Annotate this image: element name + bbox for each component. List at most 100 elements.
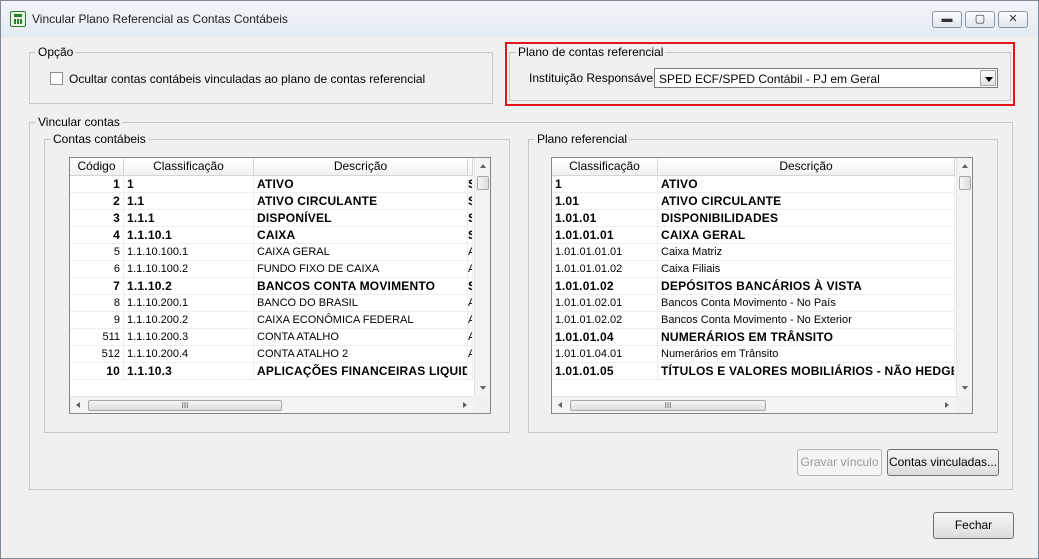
table-row[interactable]: 61.1.10.100.2FUNDO FIXO DE CAIXAA bbox=[70, 261, 473, 278]
contas-grid[interactable]: Código Classificação Descrição 11ATIVOS2… bbox=[69, 157, 491, 414]
cell-classificacao: 1 bbox=[552, 176, 658, 192]
table-row[interactable]: 21.1ATIVO CIRCULANTES bbox=[70, 193, 473, 210]
cell-descricao: CONTA ATALHO bbox=[254, 329, 468, 345]
cell-descricao: Caixa Filiais bbox=[658, 261, 955, 277]
table-row[interactable]: 1.01.01.05 TÍTULOS E VALORES MOBILIÁRIOS … bbox=[552, 363, 955, 380]
scroll-thumb[interactable]: III bbox=[88, 400, 282, 411]
table-row[interactable]: 1 ATIVO bbox=[552, 176, 955, 193]
contas-vinculadas-button[interactable]: Contas vinculadas... bbox=[887, 449, 999, 476]
plano-horizontal-scrollbar[interactable]: III bbox=[552, 396, 956, 413]
cell-descricao: FUNDO FIXO DE CAIXA bbox=[254, 261, 468, 277]
column-header-descricao[interactable]: Descrição bbox=[254, 158, 468, 176]
cell-codigo: 2 bbox=[70, 193, 124, 209]
table-row[interactable]: 51.1.10.100.1CAIXA GERALA bbox=[70, 244, 473, 261]
cell-extra: A bbox=[468, 312, 473, 328]
scroll-down-icon[interactable] bbox=[962, 386, 968, 390]
close-button[interactable]: ✕ bbox=[998, 11, 1028, 28]
table-row[interactable]: 5121.1.10.200.4CONTA ATALHO 2A bbox=[70, 346, 473, 363]
plano-grid-header: Classificação Descrição bbox=[552, 158, 955, 176]
cell-descricao: BANCOS CONTA MOVIMENTO bbox=[254, 278, 468, 294]
contas-horizontal-scrollbar[interactable]: III bbox=[70, 396, 474, 413]
plano-vertical-scrollbar[interactable] bbox=[956, 158, 972, 396]
cell-classificacao: 1.1 bbox=[124, 193, 254, 209]
column-header-classificacao[interactable]: Classificação bbox=[552, 158, 658, 176]
table-row[interactable]: 71.1.10.2BANCOS CONTA MOVIMENTOS bbox=[70, 278, 473, 295]
cell-descricao: DISPONIBILIDADES bbox=[658, 210, 955, 226]
table-row[interactable]: 1.01.01.04 NUMERÁRIOS EM TRÂNSITO bbox=[552, 329, 955, 346]
scroll-right-icon[interactable] bbox=[463, 402, 467, 408]
cell-codigo: 9 bbox=[70, 312, 124, 328]
close-icon: ✕ bbox=[1008, 13, 1018, 25]
table-row[interactable]: 81.1.10.200.1BANCO DO BRASILA bbox=[70, 295, 473, 312]
cell-descricao: Bancos Conta Movimento - No Exterior bbox=[658, 312, 955, 328]
cell-classificacao: 1.01.01 bbox=[552, 210, 658, 226]
cell-codigo: 512 bbox=[70, 346, 124, 362]
maximize-button[interactable]: ▢ bbox=[965, 11, 995, 28]
ocultar-checkbox[interactable] bbox=[50, 72, 63, 85]
cell-codigo: 4 bbox=[70, 227, 124, 243]
cell-descricao: DEPÓSITOS BANCÁRIOS À VISTA bbox=[658, 278, 955, 294]
scroll-thumb[interactable]: III bbox=[570, 400, 766, 411]
column-header-codigo[interactable]: Código bbox=[70, 158, 124, 176]
table-row[interactable]: 31.1.1DISPONÍVELS bbox=[70, 210, 473, 227]
plano-grid-body: 1 ATIVO 1.01 ATIVO CIRCULANTE 1.01.01 DISPONI… bbox=[552, 176, 955, 380]
cell-classificacao: 1.1.10.100.1 bbox=[124, 244, 254, 260]
table-row[interactable]: 1.01 ATIVO CIRCULANTE bbox=[552, 193, 955, 210]
scroll-left-icon[interactable] bbox=[558, 402, 562, 408]
cell-classificacao: 1.1.10.100.2 bbox=[124, 261, 254, 277]
cell-extra: S bbox=[468, 176, 473, 192]
scroll-right-icon[interactable] bbox=[945, 402, 949, 408]
contas-vertical-scrollbar[interactable] bbox=[474, 158, 490, 396]
table-row[interactable]: 1.01.01.01.01 Caixa Matriz bbox=[552, 244, 955, 261]
plano-referencial-group: Plano referencial Classificação Descriçã… bbox=[528, 132, 998, 433]
cell-classificacao: 1.01.01.01 bbox=[552, 227, 658, 243]
table-row[interactable]: 11ATIVOS bbox=[70, 176, 473, 193]
table-row[interactable]: 91.1.10.200.2CAIXA ECONÔMICA FEDERALA bbox=[70, 312, 473, 329]
plano-grid[interactable]: Classificação Descrição 1 ATIVO 1.01 ATIVO … bbox=[551, 157, 973, 414]
scroll-corner bbox=[474, 396, 490, 413]
cell-codigo: 1 bbox=[70, 176, 124, 192]
cell-codigo: 6 bbox=[70, 261, 124, 277]
table-row[interactable]: 1.01.01.01.02 Caixa Filiais bbox=[552, 261, 955, 278]
scroll-up-icon[interactable] bbox=[480, 164, 486, 168]
cell-codigo: 3 bbox=[70, 210, 124, 226]
table-row[interactable]: 5111.1.10.200.3CONTA ATALHOA bbox=[70, 329, 473, 346]
scroll-thumb[interactable] bbox=[959, 176, 971, 190]
table-row[interactable]: 1.01.01 DISPONIBILIDADES bbox=[552, 210, 955, 227]
cell-extra bbox=[468, 363, 473, 379]
cell-descricao: DISPONÍVEL bbox=[254, 210, 468, 226]
opcao-group: Opção Ocultar contas contábeis vinculada… bbox=[29, 45, 493, 104]
fechar-button[interactable]: Fechar bbox=[933, 512, 1014, 539]
cell-descricao: ATIVO CIRCULANTE bbox=[658, 193, 955, 209]
cell-descricao: CAIXA GERAL bbox=[658, 227, 955, 243]
cell-descricao: Numerários em Trânsito bbox=[658, 346, 955, 362]
table-row[interactable]: 1.01.01.02.02 Bancos Conta Movimento - No… bbox=[552, 312, 955, 329]
cell-classificacao: 1.1.1 bbox=[124, 210, 254, 226]
table-row[interactable]: 10 1.1.10.3 APLICAÇÕES FINANCEIRAS LIQUIDE… bbox=[70, 363, 473, 380]
gravar-vinculo-button[interactable]: Gravar vínculo bbox=[797, 449, 882, 476]
cell-extra: S bbox=[468, 278, 473, 294]
table-row[interactable]: 1.01.01.01 CAIXA GERAL bbox=[552, 227, 955, 244]
vincular-contas-group: Vincular contas Contas contábeis Código … bbox=[29, 115, 1013, 490]
cell-extra: S bbox=[468, 193, 473, 209]
table-row[interactable]: 1.01.01.04.01 Numerários em Trânsito bbox=[552, 346, 955, 363]
scroll-thumb[interactable] bbox=[477, 176, 489, 190]
table-row[interactable]: 1.01.01.02.01 Bancos Conta Movimento - No… bbox=[552, 295, 955, 312]
vincular-contas-legend: Vincular contas bbox=[36, 115, 122, 129]
cell-descricao: CONTA ATALHO 2 bbox=[254, 346, 468, 362]
scroll-up-icon[interactable] bbox=[962, 164, 968, 168]
cell-descricao: NUMERÁRIOS EM TRÂNSITO bbox=[658, 329, 955, 345]
title-bar[interactable]: Vincular Plano Referencial as Contas Con… bbox=[1, 1, 1038, 37]
cell-classificacao: 1.01.01.04.01 bbox=[552, 346, 658, 362]
scroll-down-icon[interactable] bbox=[480, 386, 486, 390]
column-header-classificacao[interactable]: Classificação bbox=[124, 158, 254, 176]
highlight-box bbox=[505, 42, 1015, 106]
column-header-descricao[interactable]: Descrição bbox=[658, 158, 955, 176]
table-row[interactable]: 41.1.10.1CAIXAS bbox=[70, 227, 473, 244]
table-row[interactable]: 1.01.01.02 DEPÓSITOS BANCÁRIOS À VISTA bbox=[552, 278, 955, 295]
cell-codigo: 5 bbox=[70, 244, 124, 260]
scroll-left-icon[interactable] bbox=[76, 402, 80, 408]
ocultar-checkbox-label[interactable]: Ocultar contas contábeis vinculadas ao p… bbox=[69, 72, 425, 86]
minimize-button[interactable]: ▬ bbox=[932, 11, 962, 28]
opcao-legend: Opção bbox=[36, 45, 76, 59]
